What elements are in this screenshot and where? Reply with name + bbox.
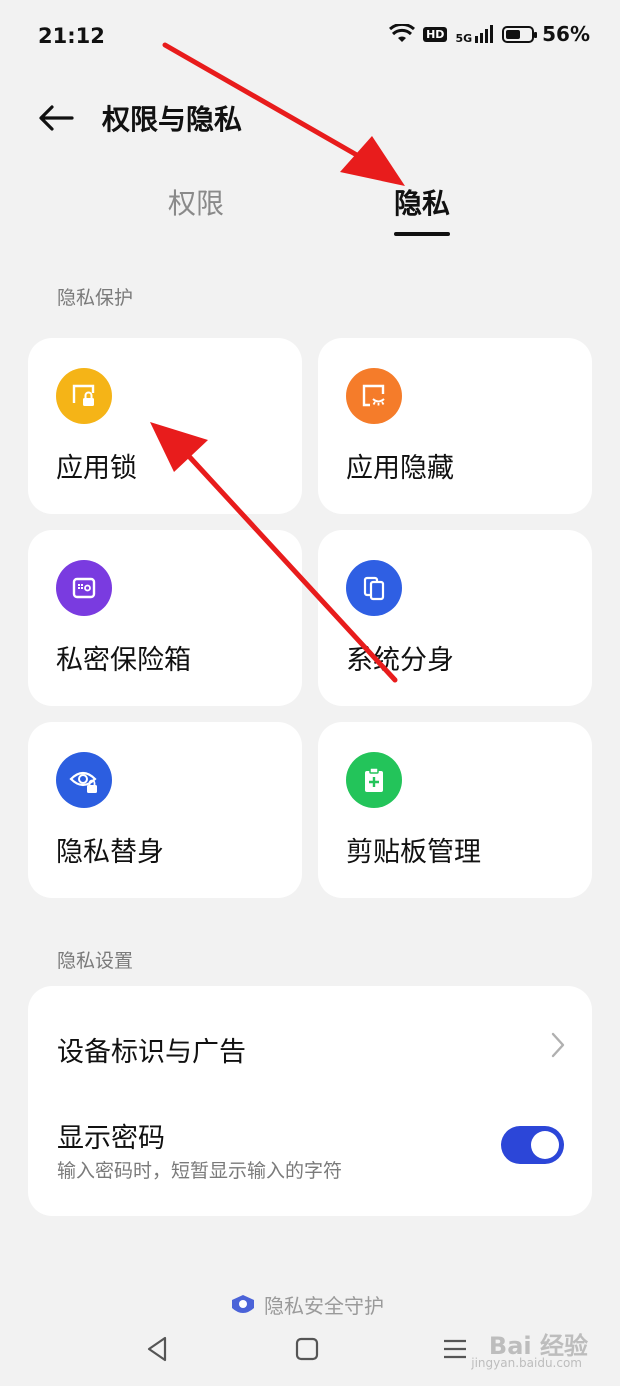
app-hide-icon [346, 368, 402, 424]
status-bar: 21:12 HD 5G 56% [0, 0, 620, 76]
card-label: 隐私替身 [56, 837, 164, 868]
signal-icon: 5G [455, 24, 494, 44]
row-title: 设备标识与广告 [57, 1037, 246, 1068]
hd-icon: HD [423, 26, 448, 42]
arrow-left-icon[interactable] [36, 98, 76, 138]
card-privacy-substitute[interactable]: 隐私替身 [28, 722, 302, 898]
toggle-knob [531, 1131, 559, 1159]
status-icons: HD 5G 56% [389, 22, 590, 46]
chevron-right-icon [551, 1032, 565, 1058]
clipboard-icon [346, 752, 402, 808]
menu-lines-icon[interactable] [440, 1334, 470, 1364]
status-time: 21:12 [38, 24, 105, 48]
card-app-lock[interactable]: 应用锁 [28, 338, 302, 514]
page-title: 权限与隐私 [102, 103, 243, 136]
card-label: 剪贴板管理 [346, 837, 481, 868]
card-system-clone[interactable]: 系统分身 [318, 530, 592, 706]
back-triangle-icon[interactable] [143, 1334, 173, 1364]
privacy-settings-card: 设备标识与广告 显示密码 输入密码时，短暂显示输入的字符 [28, 986, 592, 1216]
app-lock-icon [56, 368, 112, 424]
privacy-security-link[interactable]: 隐私安全守护 [230, 1290, 384, 1319]
active-tab-indicator [394, 232, 450, 236]
card-private-safe[interactable]: 私密保险箱 [28, 530, 302, 706]
section-label-privacy-protection: 隐私保护 [57, 287, 134, 309]
privacy-substitute-icon [56, 752, 112, 808]
network-type-label: 5G [455, 32, 473, 45]
card-app-hide[interactable]: 应用隐藏 [318, 338, 592, 514]
battery-fill [506, 29, 520, 39]
tab-permissions[interactable]: 权限 [168, 182, 224, 222]
row-title: 显示密码 [57, 1123, 165, 1154]
card-label: 应用锁 [56, 453, 137, 484]
privacy-security-link-text: 隐私安全守护 [264, 1294, 384, 1318]
show-password-toggle[interactable] [501, 1126, 564, 1164]
section-label-privacy-settings: 隐私设置 [57, 950, 134, 972]
card-label: 私密保险箱 [56, 645, 191, 676]
battery-icon [502, 25, 538, 43]
card-label: 应用隐藏 [346, 453, 454, 484]
tab-privacy[interactable]: 隐私 [394, 182, 450, 222]
row-device-id-ads[interactable]: 设备标识与广告 [28, 986, 592, 1096]
card-label: 系统分身 [346, 645, 454, 676]
row-subtitle: 输入密码时，短暂显示输入的字符 [57, 1160, 343, 1182]
baidu-watermark-url: jingyan.baidu.com [471, 1356, 582, 1370]
card-clipboard[interactable]: 剪贴板管理 [318, 722, 592, 898]
safe-box-icon [56, 560, 112, 616]
system-clone-icon [346, 560, 402, 616]
wifi-icon [389, 24, 416, 42]
shield-person-icon [232, 1294, 254, 1313]
home-square-icon[interactable] [292, 1334, 322, 1364]
battery-percent: 56% [542, 22, 590, 46]
